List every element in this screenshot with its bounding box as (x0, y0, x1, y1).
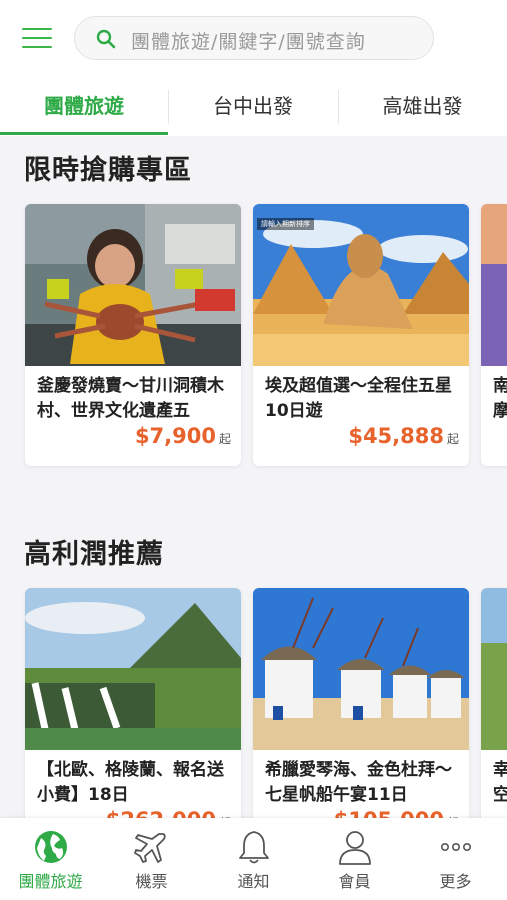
tab-divider (168, 90, 169, 124)
top-bar: 團體旅遊/關鍵字/團號查詢 (0, 0, 507, 80)
globe-icon (35, 831, 67, 863)
iceland-waterfall-photo (25, 588, 241, 750)
tour-card[interactable]: 南摩 (481, 204, 507, 466)
nav-label: 會員 (338, 872, 371, 891)
image-badge: 請輸入期新排序 (257, 218, 314, 230)
person-icon (339, 831, 371, 865)
tab-divider (338, 90, 339, 124)
hamburger-menu-icon[interactable] (22, 28, 52, 50)
nav-item-member[interactable]: 會員 (304, 818, 405, 900)
lavender-field-photo (481, 204, 507, 366)
nav-item-more[interactable]: 更多 (405, 818, 506, 900)
tab-taichung-departure[interactable]: 台中出發 (169, 80, 337, 136)
tour-title: 釜慶發燒賣～甘川洞積木村、世界文化遺產五 (37, 376, 224, 421)
mykonos-windmills-photo (253, 588, 469, 750)
tour-title: 幸空 (493, 760, 507, 805)
tour-price: $7,900 起 (134, 424, 231, 448)
tour-price: $45,888 起 (348, 424, 459, 448)
nav-label: 機票 (135, 872, 168, 891)
airplane-icon (134, 833, 166, 863)
tour-title: 【北歐、格陵蘭、報名送小費】18日 (37, 760, 224, 805)
more-dots-icon (441, 843, 471, 852)
search-placeholder: 團體旅遊/關鍵字/團號查詢 (131, 31, 366, 53)
section-title-high-profit: 高利潤推薦 (24, 539, 164, 570)
search-icon (96, 29, 116, 49)
greenery-photo (481, 588, 507, 750)
tour-card[interactable]: 幸空 (481, 588, 507, 850)
egypt-pyramids-photo: 請輸入期新排序 (253, 204, 469, 366)
crab-market-photo (25, 204, 241, 366)
tour-title: 希臘愛琴海、金色杜拜～七星帆船午宴11日 (265, 760, 452, 805)
nav-label: 團體旅遊 (18, 872, 83, 891)
search-bar[interactable]: 團體旅遊/關鍵字/團號查詢 (74, 16, 434, 60)
tab-group-tour[interactable]: 團體旅遊 (0, 80, 168, 136)
bottom-navigation: 團體旅遊 機票 通知 會員 更多 (0, 818, 507, 900)
tour-card[interactable]: 請輸入期新排序 埃及超值選～全程住五星10日遊 $45,888 起 (253, 204, 469, 466)
tour-card[interactable]: 希臘愛琴海、金色杜拜～七星帆船午宴11日 $105,000起 (253, 588, 469, 850)
tab-kaohsiung-departure[interactable]: 高雄出發 (338, 80, 507, 136)
tour-title: 南摩 (493, 376, 507, 421)
bell-icon (239, 831, 269, 864)
tour-card[interactable]: 釜慶發燒賣～甘川洞積木村、世界文化遺產五 $7,900 起 (25, 204, 241, 466)
nav-item-flights[interactable]: 機票 (101, 818, 202, 900)
nav-label: 通知 (237, 872, 270, 891)
tour-title: 埃及超值選～全程住五星10日遊 (265, 376, 452, 421)
tab-bar: 團體旅遊 台中出發 高雄出發 (0, 80, 507, 136)
nav-label: 更多 (439, 872, 472, 891)
nav-item-group-tour[interactable]: 團體旅遊 (0, 818, 101, 900)
tour-card[interactable]: 【北歐、格陵蘭、報名送小費】18日 $262,000起 (25, 588, 241, 850)
nav-item-notifications[interactable]: 通知 (203, 818, 304, 900)
active-tab-indicator (0, 132, 168, 135)
section-title-flash-sale: 限時搶購專區 (24, 155, 192, 186)
